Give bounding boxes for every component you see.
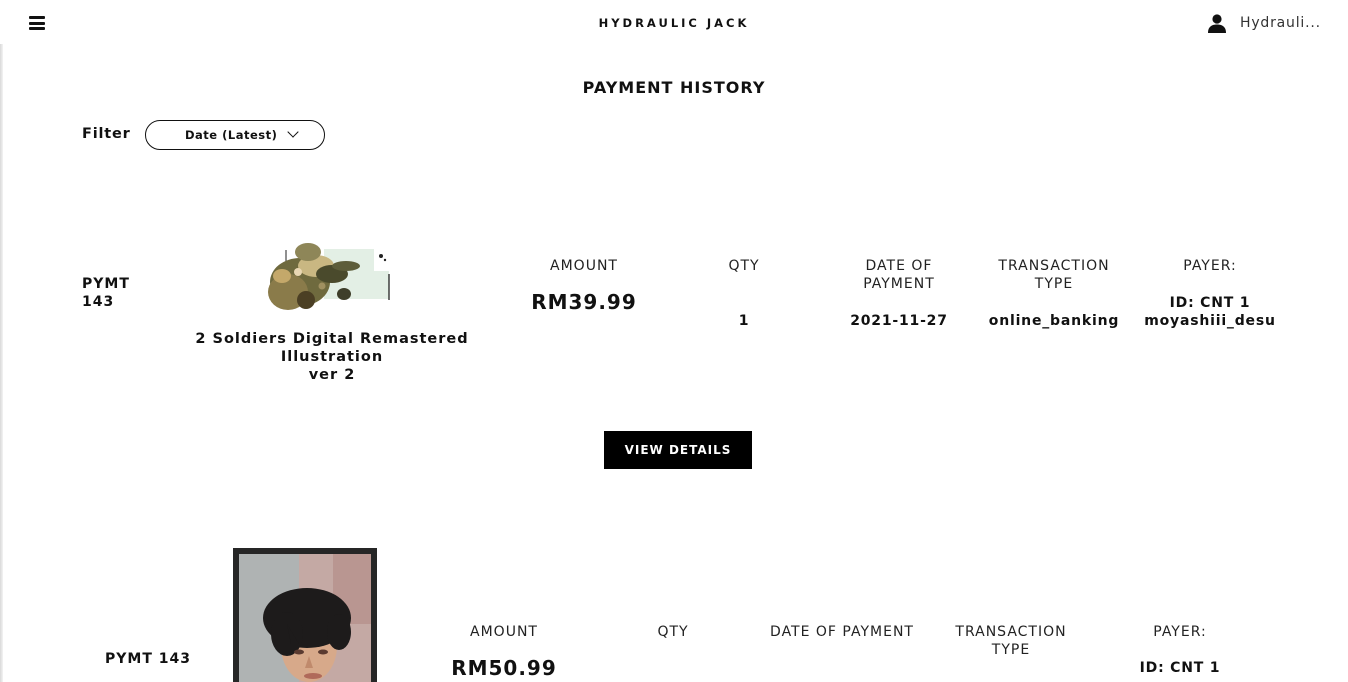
filter-label: Filter bbox=[82, 126, 131, 142]
payer-label: PAYER: bbox=[1153, 624, 1207, 640]
payer-value: ID: CNT 1 moyashiii_desu bbox=[1144, 295, 1276, 329]
payer-value: ID: CNT 1 bbox=[1139, 660, 1221, 676]
page-title: PAYMENT HISTORY bbox=[582, 78, 766, 97]
amount-label: AMOUNT bbox=[470, 624, 538, 640]
product-thumbnail[interactable] bbox=[233, 548, 377, 682]
filter-dropdown[interactable]: Date (Latest) bbox=[145, 120, 325, 150]
amount-value: RM39.99 bbox=[531, 290, 637, 314]
date-label: DATE OF PAYMENT bbox=[863, 258, 935, 292]
product-thumbnail[interactable] bbox=[262, 236, 394, 316]
user-name[interactable]: Hydrauli... bbox=[1240, 15, 1321, 31]
payment-id: PYMT 143 bbox=[82, 276, 130, 310]
filter-selected-value: Date (Latest) bbox=[185, 128, 278, 142]
transaction-type-value: online_banking bbox=[988, 313, 1120, 329]
date-value: 2021-11-27 bbox=[850, 313, 948, 329]
amount-label: AMOUNT bbox=[550, 258, 618, 274]
chevron-down-icon bbox=[287, 126, 299, 138]
qty-label: QTY bbox=[728, 258, 760, 274]
qty-value: 1 bbox=[738, 313, 750, 329]
left-border bbox=[0, 44, 3, 682]
transaction-type-label: TRANSACTION TYPE bbox=[998, 258, 1110, 292]
user-icon[interactable] bbox=[1207, 13, 1227, 33]
product-name[interactable]: 2 Soldiers Digital Remastered Illustrati… bbox=[162, 330, 502, 384]
transaction-type-label: TRANSACTION TYPE bbox=[955, 624, 1067, 658]
date-label: DATE OF PAYMENT bbox=[770, 624, 914, 640]
amount-value: RM50.99 bbox=[451, 656, 557, 680]
payment-id: PYMT 143 bbox=[105, 651, 191, 667]
view-details-button[interactable]: VIEW DETAILS bbox=[604, 431, 752, 469]
payer-label: PAYER: bbox=[1183, 258, 1237, 274]
qty-label: QTY bbox=[657, 624, 689, 640]
brand-title[interactable]: HYDRAULIC JACK bbox=[0, 16, 1348, 30]
